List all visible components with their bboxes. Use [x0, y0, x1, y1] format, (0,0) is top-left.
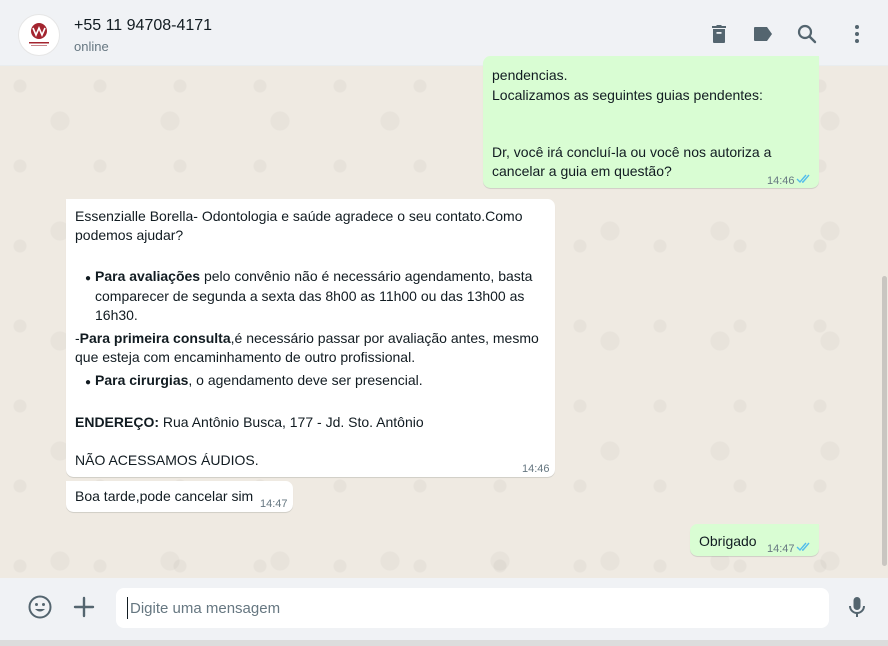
bullet-item: Para avaliações pelo convênio não é nece…	[95, 268, 533, 284]
message-input[interactable]	[116, 588, 829, 628]
message-time: 14:47	[260, 498, 288, 510]
paragraph: -Para primeira consulta,é necessário pas…	[75, 330, 539, 346]
message-text: Obrigado	[699, 533, 757, 549]
message-time: 14:46	[767, 175, 795, 187]
microphone-icon[interactable]	[844, 594, 870, 620]
contact-avatar[interactable]	[18, 14, 60, 56]
clinic-logo	[29, 23, 49, 46]
text-caret	[127, 597, 128, 619]
incoming-message[interactable]: Essenzialle Borella- Odontologia e saúde…	[66, 199, 555, 477]
message-time: 14:47	[767, 543, 795, 555]
audio-notice: NÃO ACESSAMOS ÁUDIOS.	[75, 452, 259, 468]
emoji-icon[interactable]	[27, 594, 53, 620]
message-text: podemos ajudar?	[75, 227, 184, 243]
bullet-item-continued: comparecer de segunda a sexta das 8h00 a…	[95, 288, 525, 304]
read-ticks-icon	[796, 541, 812, 552]
message-text: Localizamos as seguintes guias pendentes…	[492, 87, 763, 103]
delete-icon[interactable]	[707, 22, 731, 46]
paragraph-continued: que esteja com encaminhamento de outro p…	[75, 349, 416, 365]
bullet-icon: ●	[85, 273, 92, 284]
search-icon[interactable]	[795, 22, 819, 46]
window-bottom-edge	[0, 640, 888, 646]
message-text: pendencias.	[492, 67, 568, 83]
read-ticks-icon	[796, 173, 812, 184]
bullet-icon: ●	[85, 377, 92, 388]
contact-status: online	[74, 39, 109, 54]
bullet-item-continued: 16h30.	[95, 307, 138, 323]
menu-icon[interactable]	[845, 22, 869, 46]
message-text: cancelar a guia em questão?	[492, 163, 672, 179]
outgoing-message[interactable]: Obrigado 14:47	[690, 524, 819, 556]
label-icon[interactable]	[751, 22, 775, 46]
attach-plus-icon[interactable]	[71, 594, 97, 620]
chat-scrollbar-thumb[interactable]	[882, 276, 887, 566]
incoming-message[interactable]: Boa tarde,pode cancelar sim 14:47	[66, 481, 293, 512]
contact-name[interactable]: +55 11 94708-4171	[74, 17, 212, 35]
bullet-item: Para cirurgias, o agendamento deve ser p…	[95, 372, 423, 388]
message-text: Essenzialle Borella- Odontologia e saúde…	[75, 208, 523, 224]
message-text: Dr, você irá concluí-la ou você nos auto…	[492, 144, 772, 160]
message-time: 14:46	[522, 463, 550, 475]
address-line: ENDEREÇO: Rua Antônio Busca, 177 - Jd. S…	[75, 414, 424, 430]
outgoing-message[interactable]: pendencias. Localizamos as seguintes gui…	[483, 56, 819, 188]
message-text: Boa tarde,pode cancelar sim	[75, 488, 254, 504]
